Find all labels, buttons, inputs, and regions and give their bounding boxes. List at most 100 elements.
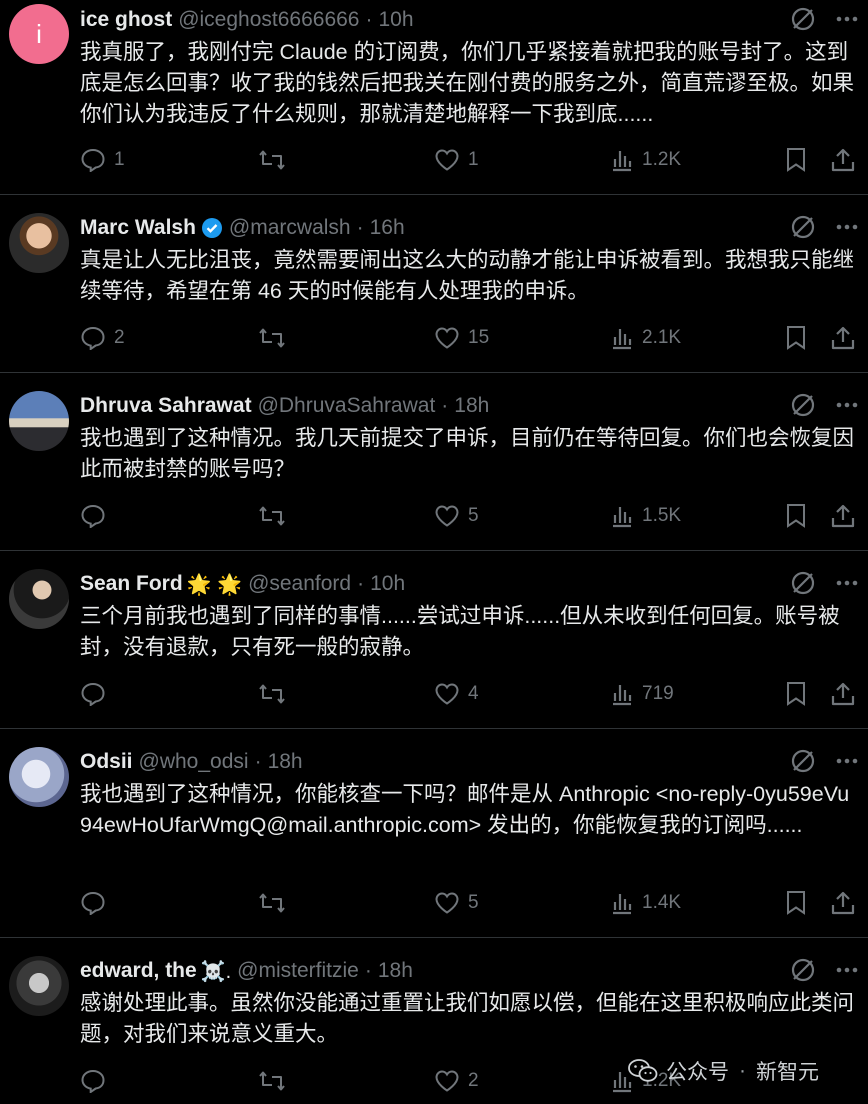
share-button[interactable] [830,888,856,918]
avatar[interactable] [9,747,69,807]
reply-icon [81,891,105,915]
views-button[interactable]: 1.2K [610,145,681,175]
reply-button[interactable] [80,501,114,531]
timestamp[interactable]: 10h [378,8,413,32]
action-bar: 4 719 [80,679,868,709]
views-icon [613,894,632,915]
action-bar: 5 1.5K [80,501,868,531]
author-handle[interactable]: @who_odsi [139,750,249,774]
views-count: 1.2K [642,149,682,170]
timestamp[interactable]: 18h [268,750,303,774]
grok-icon[interactable] [790,748,816,774]
views-icon [613,329,632,350]
author-handle[interactable]: @misterfitzie [237,959,359,983]
timestamp[interactable]: 10h [370,572,405,596]
grok-icon[interactable] [790,6,816,32]
like-button[interactable]: 4 [434,679,479,709]
more-icon[interactable] [836,16,858,22]
reply-feed: i ice ghost @iceghost6666666 · 10h 我真服了，… [0,0,868,1104]
like-button[interactable]: 15 [434,323,489,353]
share-icon [831,504,855,528]
tweet-seanford[interactable]: Sean Ford 🌟 🌟 @seanford · 10h 三个月前我也遇到了同… [0,551,868,729]
avatar[interactable]: i [9,4,69,64]
share-button[interactable] [830,679,856,709]
like-button[interactable]: 1 [434,145,479,175]
bookmark-button[interactable] [785,323,807,353]
like-count: 5 [468,505,479,526]
bookmark-button[interactable] [785,888,807,918]
tweet-dhruva[interactable]: Dhruva Sahrawat @DhruvaSahrawat · 18h 我也… [0,373,868,551]
reply-button[interactable] [80,888,114,918]
author-name[interactable]: edward, the [80,959,197,983]
separator-dot: · [356,216,364,239]
author-name[interactable]: Dhruva Sahrawat [80,394,252,418]
tweet-marcwalsh[interactable]: Marc Walsh @marcwalsh · 16h 真是让人无比沮丧，竟然需… [0,195,868,373]
heart-icon [435,505,459,527]
reply-button[interactable]: 1 [80,145,125,175]
repost-icon [259,684,285,704]
like-button[interactable]: 5 [434,501,479,531]
grok-icon[interactable] [790,957,816,983]
views-count: 2.1K [642,327,682,348]
share-button[interactable] [830,323,856,353]
separator-dot: · [357,572,365,595]
avatar[interactable] [9,391,69,451]
more-icon[interactable] [836,224,858,230]
views-count: 719 [642,683,674,704]
share-button[interactable] [830,145,856,175]
repost-button[interactable] [258,888,294,918]
timestamp[interactable]: 18h [454,394,489,418]
repost-button[interactable] [258,323,294,353]
reply-button[interactable] [80,1066,114,1096]
watermark-account: 新智元 [756,1061,819,1084]
bookmark-icon [787,682,805,706]
share-icon [831,148,855,172]
repost-icon [259,506,285,526]
author-name[interactable]: Marc Walsh [80,216,196,240]
grok-icon[interactable] [790,214,816,240]
repost-button[interactable] [258,145,294,175]
bookmark-button[interactable] [785,501,807,531]
author-handle[interactable]: @marcwalsh [229,216,351,240]
repost-icon [259,893,285,913]
more-icon[interactable] [836,580,858,586]
author-handle[interactable]: @DhruvaSahrawat [258,394,436,418]
author-name[interactable]: Sean Ford [80,572,183,596]
more-icon[interactable] [836,967,858,973]
grok-icon[interactable] [790,570,816,596]
bookmark-button[interactable] [785,679,807,709]
like-button[interactable]: 2 [434,1066,479,1096]
avatar[interactable] [9,956,69,1016]
views-button[interactable]: 1.4K [610,888,681,918]
avatar[interactable] [9,213,69,273]
tweet-text: 感谢处理此事。虽然你没能通过重置让我们如愿以偿，但能在这里积极响应此类问题，对我… [80,991,855,1046]
views-button[interactable]: 719 [610,679,674,709]
views-button[interactable]: 1.5K [610,501,681,531]
author-name[interactable]: Odsii [80,750,133,774]
tweet-odsii[interactable]: Odsii @who_odsi · 18h 我也遇到了这种情况，你能核查一下吗？… [0,729,868,938]
more-icon[interactable] [836,402,858,408]
repost-button[interactable] [258,679,294,709]
more-icon[interactable] [836,758,858,764]
tweet-text: 我真服了，我刚付完 Claude 的订阅费，你们几乎紧接着就把我的账号封了。这到… [80,40,855,126]
tweet-iceghost[interactable]: i ice ghost @iceghost6666666 · 10h 我真服了，… [0,0,868,195]
views-button[interactable]: 2.1K [610,323,681,353]
author-name[interactable]: ice ghost [80,8,172,32]
like-count: 1 [468,149,479,170]
repost-icon [259,328,285,348]
grok-icon[interactable] [790,392,816,418]
bookmark-button[interactable] [785,145,807,175]
repost-button[interactable] [258,501,294,531]
avatar[interactable] [9,569,69,629]
timestamp[interactable]: 16h [370,216,405,240]
repost-button[interactable] [258,1066,294,1096]
reply-button[interactable]: 2 [80,323,125,353]
timestamp[interactable]: 18h [378,959,413,983]
reply-button[interactable] [80,679,114,709]
share-button[interactable] [830,501,856,531]
author-handle[interactable]: @iceghost6666666 [178,8,359,32]
author-handle[interactable]: @seanford [248,572,351,596]
like-button[interactable]: 5 [434,888,479,918]
separator-dot: · [254,750,262,773]
separator-dot: · [365,8,373,31]
